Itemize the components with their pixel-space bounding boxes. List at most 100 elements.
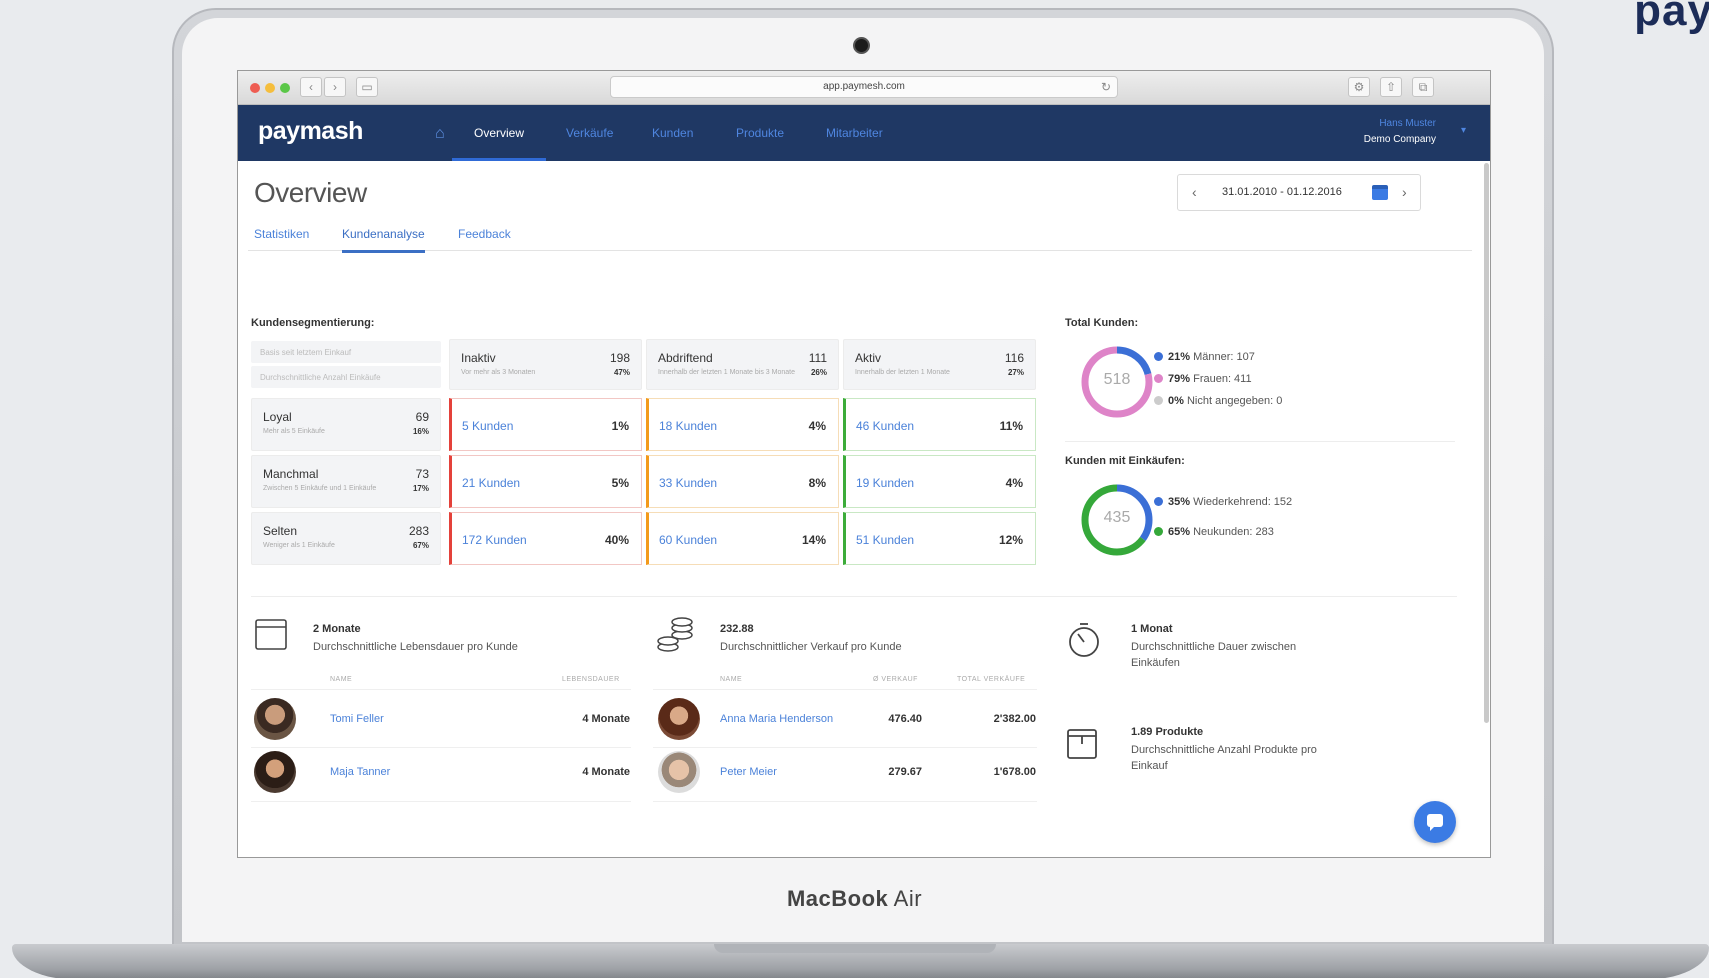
legend-dot (1154, 497, 1163, 506)
segment-row-pct: 17% (412, 484, 429, 493)
segment-cell-link[interactable]: 51 Kunden (856, 533, 914, 547)
segment-cell-link[interactable]: 19 Kunden (856, 476, 914, 490)
customer-lifetime: 4 Monate (582, 766, 630, 778)
segment-cell[interactable]: 33 Kunden 8% (646, 455, 839, 508)
legend-pct: 65% (1168, 526, 1191, 538)
segment-cell-link[interactable]: 33 Kunden (659, 476, 717, 490)
tab-feedback[interactable]: Feedback (458, 227, 511, 250)
customer-name-link[interactable]: Tomi Feller (330, 713, 384, 725)
segment-cell[interactable]: 60 Kunden 14% (646, 512, 839, 565)
segment-cell-pct: 40% (604, 533, 629, 547)
laptop-label-model: Air (888, 886, 923, 911)
sidebar-toggle-icon[interactable]: ▭ (356, 77, 378, 97)
segment-cell-pct: 1% (611, 419, 629, 433)
segment-cell-pct: 8% (808, 476, 826, 490)
app-logo[interactable]: paymash (258, 117, 363, 146)
chat-bubble-icon (1427, 814, 1443, 831)
chat-button[interactable] (1414, 801, 1456, 843)
company-name: Demo Company (1363, 134, 1436, 145)
close-window-icon[interactable] (250, 83, 260, 93)
nav-overview[interactable]: Overview (452, 105, 547, 161)
prev-period-button[interactable]: ‹ (1192, 184, 1197, 200)
customer-name-link[interactable]: Anna Maria Henderson (720, 713, 833, 725)
filter-last-purchase[interactable]: Basis seit letztem Einkauf (251, 341, 441, 363)
legend-dot (1154, 396, 1163, 405)
nav-verkaeufe[interactable]: Verkäufe (544, 105, 635, 161)
segment-column-abdriftend: Abdriftend Innerhalb der letzten 1 Monat… (646, 339, 839, 390)
segment-row-count: 283 (408, 524, 429, 538)
segment-row-manchmal: Manchmal Zwischen 5 Einkäufe und 1 Einkä… (251, 455, 441, 508)
customer-total-sales: 1'678.00 (993, 766, 1036, 778)
segment-column-pct: 26% (810, 368, 827, 377)
segment-column-title: Inaktiv (461, 351, 496, 365)
user-menu[interactable]: Hans Muster Demo Company (1364, 116, 1436, 148)
segment-cell-link[interactable]: 21 Kunden (462, 476, 520, 490)
divider (251, 689, 631, 690)
customer-name-link[interactable]: Peter Meier (720, 766, 777, 778)
segment-row-desc: Weniger als 1 Einkäufe (263, 542, 335, 549)
settings-icon[interactable]: ⚙ (1348, 77, 1370, 97)
tab-statistiken[interactable]: Statistiken (254, 227, 309, 250)
segment-column-title: Aktiv (855, 351, 882, 365)
segment-cell-link[interactable]: 5 Kunden (462, 419, 513, 433)
segmentation-title: Kundensegmentierung: (251, 317, 375, 329)
home-icon[interactable]: ⌂ (435, 125, 445, 143)
segment-cell[interactable]: 5 Kunden 1% (449, 398, 642, 451)
segment-cell-pct: 4% (808, 419, 826, 433)
avg-sale-value: 232.88 (720, 623, 754, 635)
scrollbar[interactable] (1484, 163, 1489, 723)
legend-dot (1154, 527, 1163, 536)
segment-cell[interactable]: 21 Kunden 5% (449, 455, 642, 508)
column-header-name: NAME (720, 676, 743, 683)
divider (1065, 441, 1455, 442)
segment-cell-link[interactable]: 18 Kunden (659, 419, 717, 433)
customer-lifetime: 4 Monate (582, 713, 630, 725)
divider (251, 596, 1457, 597)
avatar (254, 751, 296, 793)
share-icon[interactable]: ⇧ (1380, 77, 1402, 97)
segment-cell[interactable]: 18 Kunden 4% (646, 398, 839, 451)
segment-cell[interactable]: 172 Kunden 40% (449, 512, 642, 565)
back-button[interactable]: ‹ (300, 77, 322, 97)
legend-pct: 35% (1168, 496, 1191, 508)
time-between-desc: Durchschnittliche Dauer zwischen Einkäuf… (1131, 641, 1297, 669)
nav-mitarbeiter[interactable]: Mitarbeiter (804, 105, 905, 161)
legend-label: Frauen: 411 (1193, 373, 1252, 385)
tab-kundenanalyse[interactable]: Kundenanalyse (342, 227, 425, 253)
legend-label: Wiederkehrend: 152 (1193, 496, 1293, 508)
tabs-overview-icon[interactable]: ⧉ (1412, 77, 1434, 97)
avatar (658, 698, 700, 740)
date-range-picker[interactable]: ‹ 31.01.2010 - 01.12.2016 › (1177, 174, 1421, 211)
segment-cell[interactable]: 51 Kunden 12% (843, 512, 1036, 565)
laptop-label: MacBook Air (0, 886, 1709, 912)
segment-cell-link[interactable]: 172 Kunden (462, 533, 527, 547)
nav-kunden[interactable]: Kunden (630, 105, 715, 161)
segment-cell[interactable]: 46 Kunden 11% (843, 398, 1036, 451)
reload-icon[interactable]: ↻ (1101, 77, 1111, 97)
segment-cell-pct: 5% (611, 476, 629, 490)
segment-cell[interactable]: 19 Kunden 4% (843, 455, 1036, 508)
forward-button[interactable]: › (324, 77, 346, 97)
column-header-avg-sale: Ø VERKAUF (873, 676, 918, 683)
maximize-window-icon[interactable] (280, 83, 290, 93)
customer-avg-sale: 279.67 (888, 766, 922, 778)
divider (653, 747, 1037, 748)
app-navbar: paymash ⌂ Overview Verkäufe Kunden Produ… (238, 105, 1490, 161)
nav-produkte[interactable]: Produkte (714, 105, 806, 161)
segment-row-title: Loyal (263, 410, 292, 424)
segment-cell-link[interactable]: 60 Kunden (659, 533, 717, 547)
filter-purchase-count[interactable]: Durchschnittliche Anzahl Einkäufe (251, 366, 441, 388)
legend-new: 65% Neukunden: 283 (1154, 526, 1274, 538)
url-bar[interactable]: app.paymesh.com ↻ (610, 76, 1118, 98)
divider (653, 689, 1037, 690)
next-period-button[interactable]: › (1402, 184, 1407, 200)
camera-icon (853, 37, 870, 54)
segment-cell-link[interactable]: 46 Kunden (856, 419, 914, 433)
minimize-window-icon[interactable] (265, 83, 275, 93)
segment-row-desc: Zwischen 5 Einkäufe und 1 Einkäufe (263, 485, 377, 492)
segment-row-desc: Mehr als 5 Einkäufe (263, 428, 325, 435)
chevron-down-icon[interactable]: ▾ (1461, 125, 1466, 136)
customer-name-link[interactable]: Maja Tanner (330, 766, 390, 778)
divider (251, 747, 631, 748)
calendar-icon[interactable] (1372, 185, 1388, 200)
